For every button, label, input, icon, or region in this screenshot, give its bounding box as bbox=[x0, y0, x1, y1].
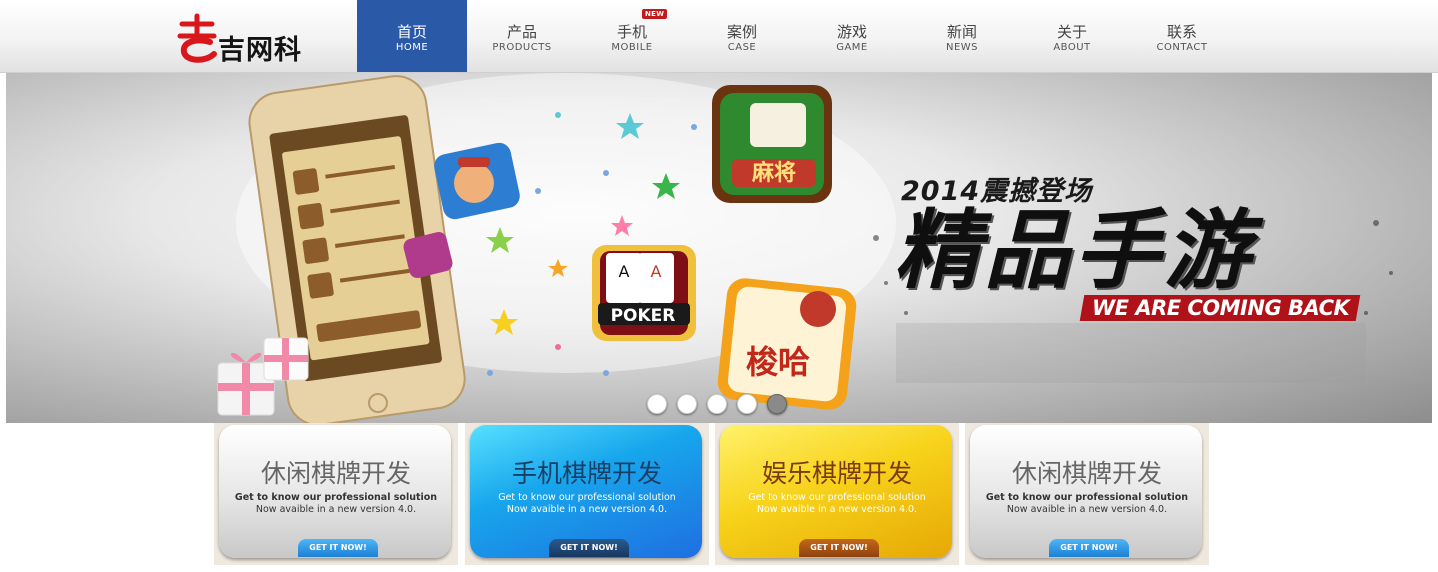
card-subtitle: Get to know our professional solution bbox=[498, 492, 676, 503]
hero-banner[interactable]: 麻将 A A POKER 梭哈 2014震撼登场 精品手游 WE ARE COM… bbox=[6, 73, 1432, 423]
nav-item-about[interactable]: 关于 ABOUT bbox=[1017, 0, 1127, 72]
get-it-now-button[interactable]: GET IT NOW! bbox=[298, 539, 378, 557]
nav-label-cn: 新闻 bbox=[946, 23, 977, 41]
nav-label-cn: 产品 bbox=[506, 23, 537, 41]
suoha-label: 梭哈 bbox=[746, 343, 810, 381]
nav-item-game[interactable]: 游戏 GAME bbox=[797, 0, 907, 72]
feature-card-4: 休闲棋牌开发 Get to know our professional solu… bbox=[965, 423, 1209, 565]
nav-item-home[interactable]: 首页 HOME bbox=[357, 0, 467, 72]
card-version-note: Now avaible in a new version 4.0. bbox=[255, 504, 417, 515]
nav-label-en: CASE bbox=[727, 42, 757, 53]
slider-dot-2[interactable] bbox=[677, 394, 697, 414]
main-nav: 首页 HOME 产品 PRODUCTS NEW 手机 MOBILE 案例 CAS… bbox=[357, 0, 1237, 72]
nav-item-news[interactable]: 新闻 NEWS bbox=[907, 0, 1017, 72]
nav-label-en: GAME bbox=[836, 42, 868, 53]
nav-item-contact[interactable]: 联系 CONTACT bbox=[1127, 0, 1237, 72]
slider-dot-3[interactable] bbox=[707, 394, 727, 414]
game-icon-suoha: 梭哈 bbox=[717, 278, 857, 410]
nav-label-en: MOBILE bbox=[611, 42, 653, 53]
nav-label-en: CONTACT bbox=[1156, 42, 1208, 53]
card-title: 手机棋牌开发 bbox=[511, 459, 662, 488]
card-subtitle: Get to know our professional solution bbox=[234, 492, 438, 503]
feature-card-1: 休闲棋牌开发 Get to know our professional solu… bbox=[214, 423, 458, 565]
card-title: 休闲棋牌开发 bbox=[260, 459, 411, 488]
nav-label-cn: 案例 bbox=[726, 23, 757, 41]
brand-logo-icon bbox=[177, 13, 217, 63]
nav-label-en: ABOUT bbox=[1053, 42, 1091, 53]
card-version-note: Now avaible in a new version 4.0. bbox=[756, 504, 918, 515]
svg-text:A: A bbox=[651, 262, 662, 281]
card-version-note: Now avaible in a new version 4.0. bbox=[1006, 504, 1168, 515]
nav-label-cn: 游戏 bbox=[836, 23, 867, 41]
banner-headline: 精品手游 bbox=[894, 201, 1254, 301]
nav-label-en: HOME bbox=[395, 42, 429, 53]
nav-label-cn: 联系 bbox=[1166, 23, 1197, 41]
feature-card-2: 手机棋牌开发 Get to know our professional solu… bbox=[465, 423, 709, 565]
get-it-now-button[interactable]: GET IT NOW! bbox=[1049, 539, 1129, 557]
nav-label-cn: 手机 bbox=[616, 23, 647, 41]
brand-logo[interactable]: 吉网科技 bbox=[176, 12, 326, 105]
slider-dots bbox=[647, 394, 787, 414]
svg-text:A: A bbox=[619, 262, 630, 281]
poker-label: POKER bbox=[611, 306, 676, 326]
card-subtitle: Get to know our professional solution bbox=[748, 492, 926, 503]
slider-dot-1[interactable] bbox=[647, 394, 667, 414]
get-it-now-button[interactable]: GET IT NOW! bbox=[799, 539, 879, 557]
nav-label-en: PRODUCTS bbox=[492, 42, 552, 53]
card-version-note: Now avaible in a new version 4.0. bbox=[506, 504, 668, 515]
get-it-now-button[interactable]: GET IT NOW! bbox=[549, 539, 629, 557]
feature-cards: 休闲棋牌开发 Get to know our professional solu… bbox=[214, 423, 1210, 565]
new-badge: NEW bbox=[642, 9, 668, 19]
feature-card-3: 娱乐棋牌开发 Get to know our professional solu… bbox=[715, 423, 959, 565]
slider-dot-5[interactable] bbox=[767, 394, 787, 414]
mahjong-label: 麻将 bbox=[751, 160, 796, 186]
nav-item-products[interactable]: 产品 PRODUCTS bbox=[467, 0, 577, 72]
banner-ribbon-text: WE ARE COMING BACK bbox=[1092, 296, 1350, 320]
nav-item-case[interactable]: 案例 CASE bbox=[687, 0, 797, 72]
game-icon-mahjong: 麻将 bbox=[712, 85, 832, 203]
nav-label-en: NEWS bbox=[945, 42, 979, 53]
card-subtitle: Get to know our professional solution bbox=[985, 492, 1189, 503]
slider-dot-4[interactable] bbox=[737, 394, 757, 414]
nav-label-cn: 首页 bbox=[396, 23, 427, 41]
site-header: 吉网科技 首页 HOME 产品 PRODUCTS NEW 手机 MOBILE 案… bbox=[0, 0, 1438, 105]
nav-label-cn: 关于 bbox=[1056, 23, 1087, 41]
game-icon-poker: A A POKER bbox=[592, 245, 696, 341]
nav-item-mobile[interactable]: NEW 手机 MOBILE bbox=[577, 0, 687, 72]
card-title: 休闲棋牌开发 bbox=[1011, 459, 1162, 488]
card-title: 娱乐棋牌开发 bbox=[761, 459, 912, 488]
